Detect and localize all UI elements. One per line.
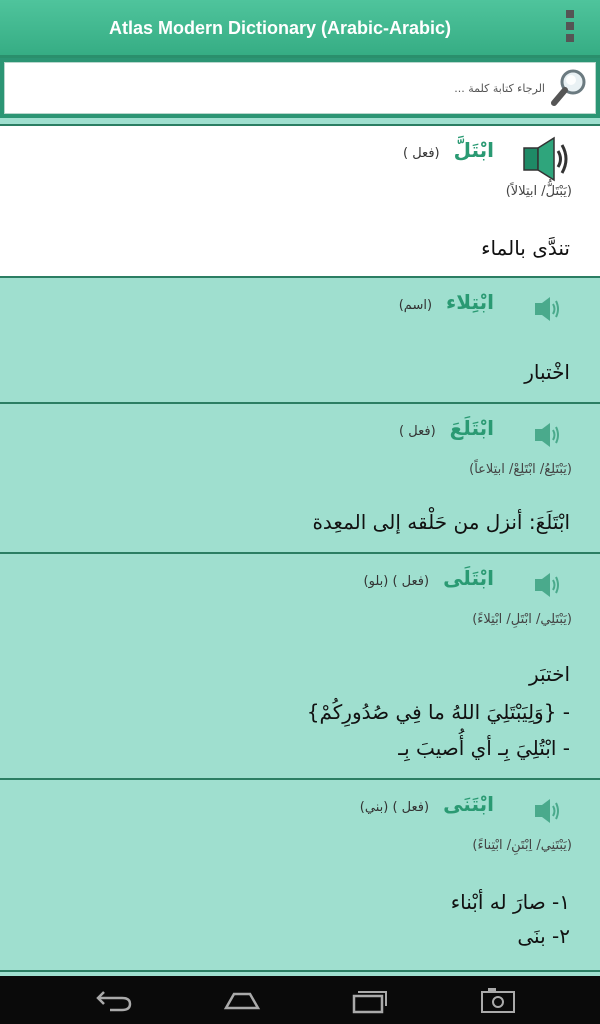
entry-forms: (يَبْتَلِي/ ابْتَلِ/ ابْتِلاءً)	[472, 612, 572, 627]
entry-headline: ابْتَلَعَ (فعل )	[399, 416, 494, 440]
entry-headword: ابْتَنَى	[443, 792, 494, 816]
entry-headline: ابْتَلَّ (فعل )	[403, 138, 494, 162]
entry-forms: (يَبْتَلُّ/ ابتِلالاً)	[505, 184, 572, 199]
entry-forms: (يَبْتَنِي/ اِبْتَنِ/ ابْتِناءً)	[472, 838, 572, 853]
list-item[interactable]: ابْتَلَعَ (فعل ) (يَبْتَلِعُ/ ابْتَلِعْ/…	[0, 404, 600, 554]
entry-definition: ابْتَلَعَ: أنزل من حَلْقه إلى المعِدة	[312, 510, 570, 534]
entry-part-of-speech: (فعل )	[399, 424, 436, 439]
speaker-icon[interactable]	[534, 294, 560, 324]
back-icon[interactable]	[94, 986, 134, 1014]
app-titlebar: Atlas Modern Dictionary (Arabic-Arabic)	[0, 0, 600, 58]
entry-headline: ابْتَنَى (فعل ) (بني)	[360, 792, 494, 816]
list-item[interactable]: ابْتِلاء (اسم) اخْتبار	[0, 278, 600, 404]
search-bar: الرجاء كتابة كلمة ...	[0, 58, 600, 118]
entry-definition: اختبَر	[528, 662, 570, 686]
list-item[interactable]: ابْتَلَى (فعل ) (بلو) (يَبْتَلِي/ ابْتَل…	[0, 554, 600, 780]
entry-definition: ٢- بنَى	[517, 924, 570, 948]
screenshot-icon[interactable]	[478, 986, 518, 1014]
system-navbar	[0, 976, 600, 1024]
entry-definition: ١- صارَ له أبْناء	[450, 890, 570, 914]
entry-headword: ابْتِلاء	[446, 290, 494, 314]
recent-apps-icon[interactable]	[350, 986, 390, 1014]
entry-definition: تندَّى بالماء	[481, 236, 570, 260]
entries-list[interactable]: ابْتَلَّ (فعل ) (يَبْتَلُّ/ ابتِلالاً) ت…	[0, 124, 600, 976]
list-item[interactable]: ابْتَلَّ (فعل ) (يَبْتَلُّ/ ابتِلالاً) ت…	[0, 126, 600, 278]
app-title: Atlas Modern Dictionary (Arabic-Arabic)	[108, 18, 452, 38]
search-input[interactable]: الرجاء كتابة كلمة ...	[4, 62, 596, 114]
entry-part-of-speech: (فعل )	[403, 146, 440, 161]
entry-headword: ابْتَلَعَ	[449, 416, 494, 440]
speaker-icon[interactable]	[534, 796, 560, 826]
overflow-menu-icon[interactable]	[566, 10, 576, 48]
entry-part-of-speech: (اسم)	[398, 298, 433, 313]
speaker-icon[interactable]	[534, 420, 560, 450]
entry-headword: ابْتَلَى	[443, 566, 494, 590]
entry-headword: ابْتَلَّ	[453, 138, 494, 162]
entry-part-of-speech: (فعل ) (بلو)	[363, 574, 430, 589]
entry-headline: ابْتَلَى (فعل ) (بلو)	[364, 566, 494, 590]
entry-part-of-speech: (فعل ) (بني)	[359, 800, 430, 815]
speaker-icon[interactable]	[534, 570, 560, 600]
entry-forms: (يَبْتَلِعُ/ ابْتَلِعْ/ ابتِلاعاً)	[469, 462, 572, 477]
list-item[interactable]: ابْتَنَى (فعل ) (بني) (يَبْتَنِي/ اِبْتَ…	[0, 780, 600, 972]
search-icon[interactable]	[550, 66, 590, 108]
entry-definition: اخْتبار	[524, 360, 570, 384]
entry-example: - {وَلِيَبْتَلِيَ اللهُ ما فِي صُدُورِكُ…	[306, 700, 570, 724]
entry-headline: ابْتِلاء (اسم)	[399, 290, 494, 314]
home-icon[interactable]	[222, 986, 262, 1014]
entry-example: - ابْتُلِيَ بِـ أي أُصيبَ بِـ	[398, 736, 570, 760]
speaker-icon[interactable]	[522, 136, 570, 182]
